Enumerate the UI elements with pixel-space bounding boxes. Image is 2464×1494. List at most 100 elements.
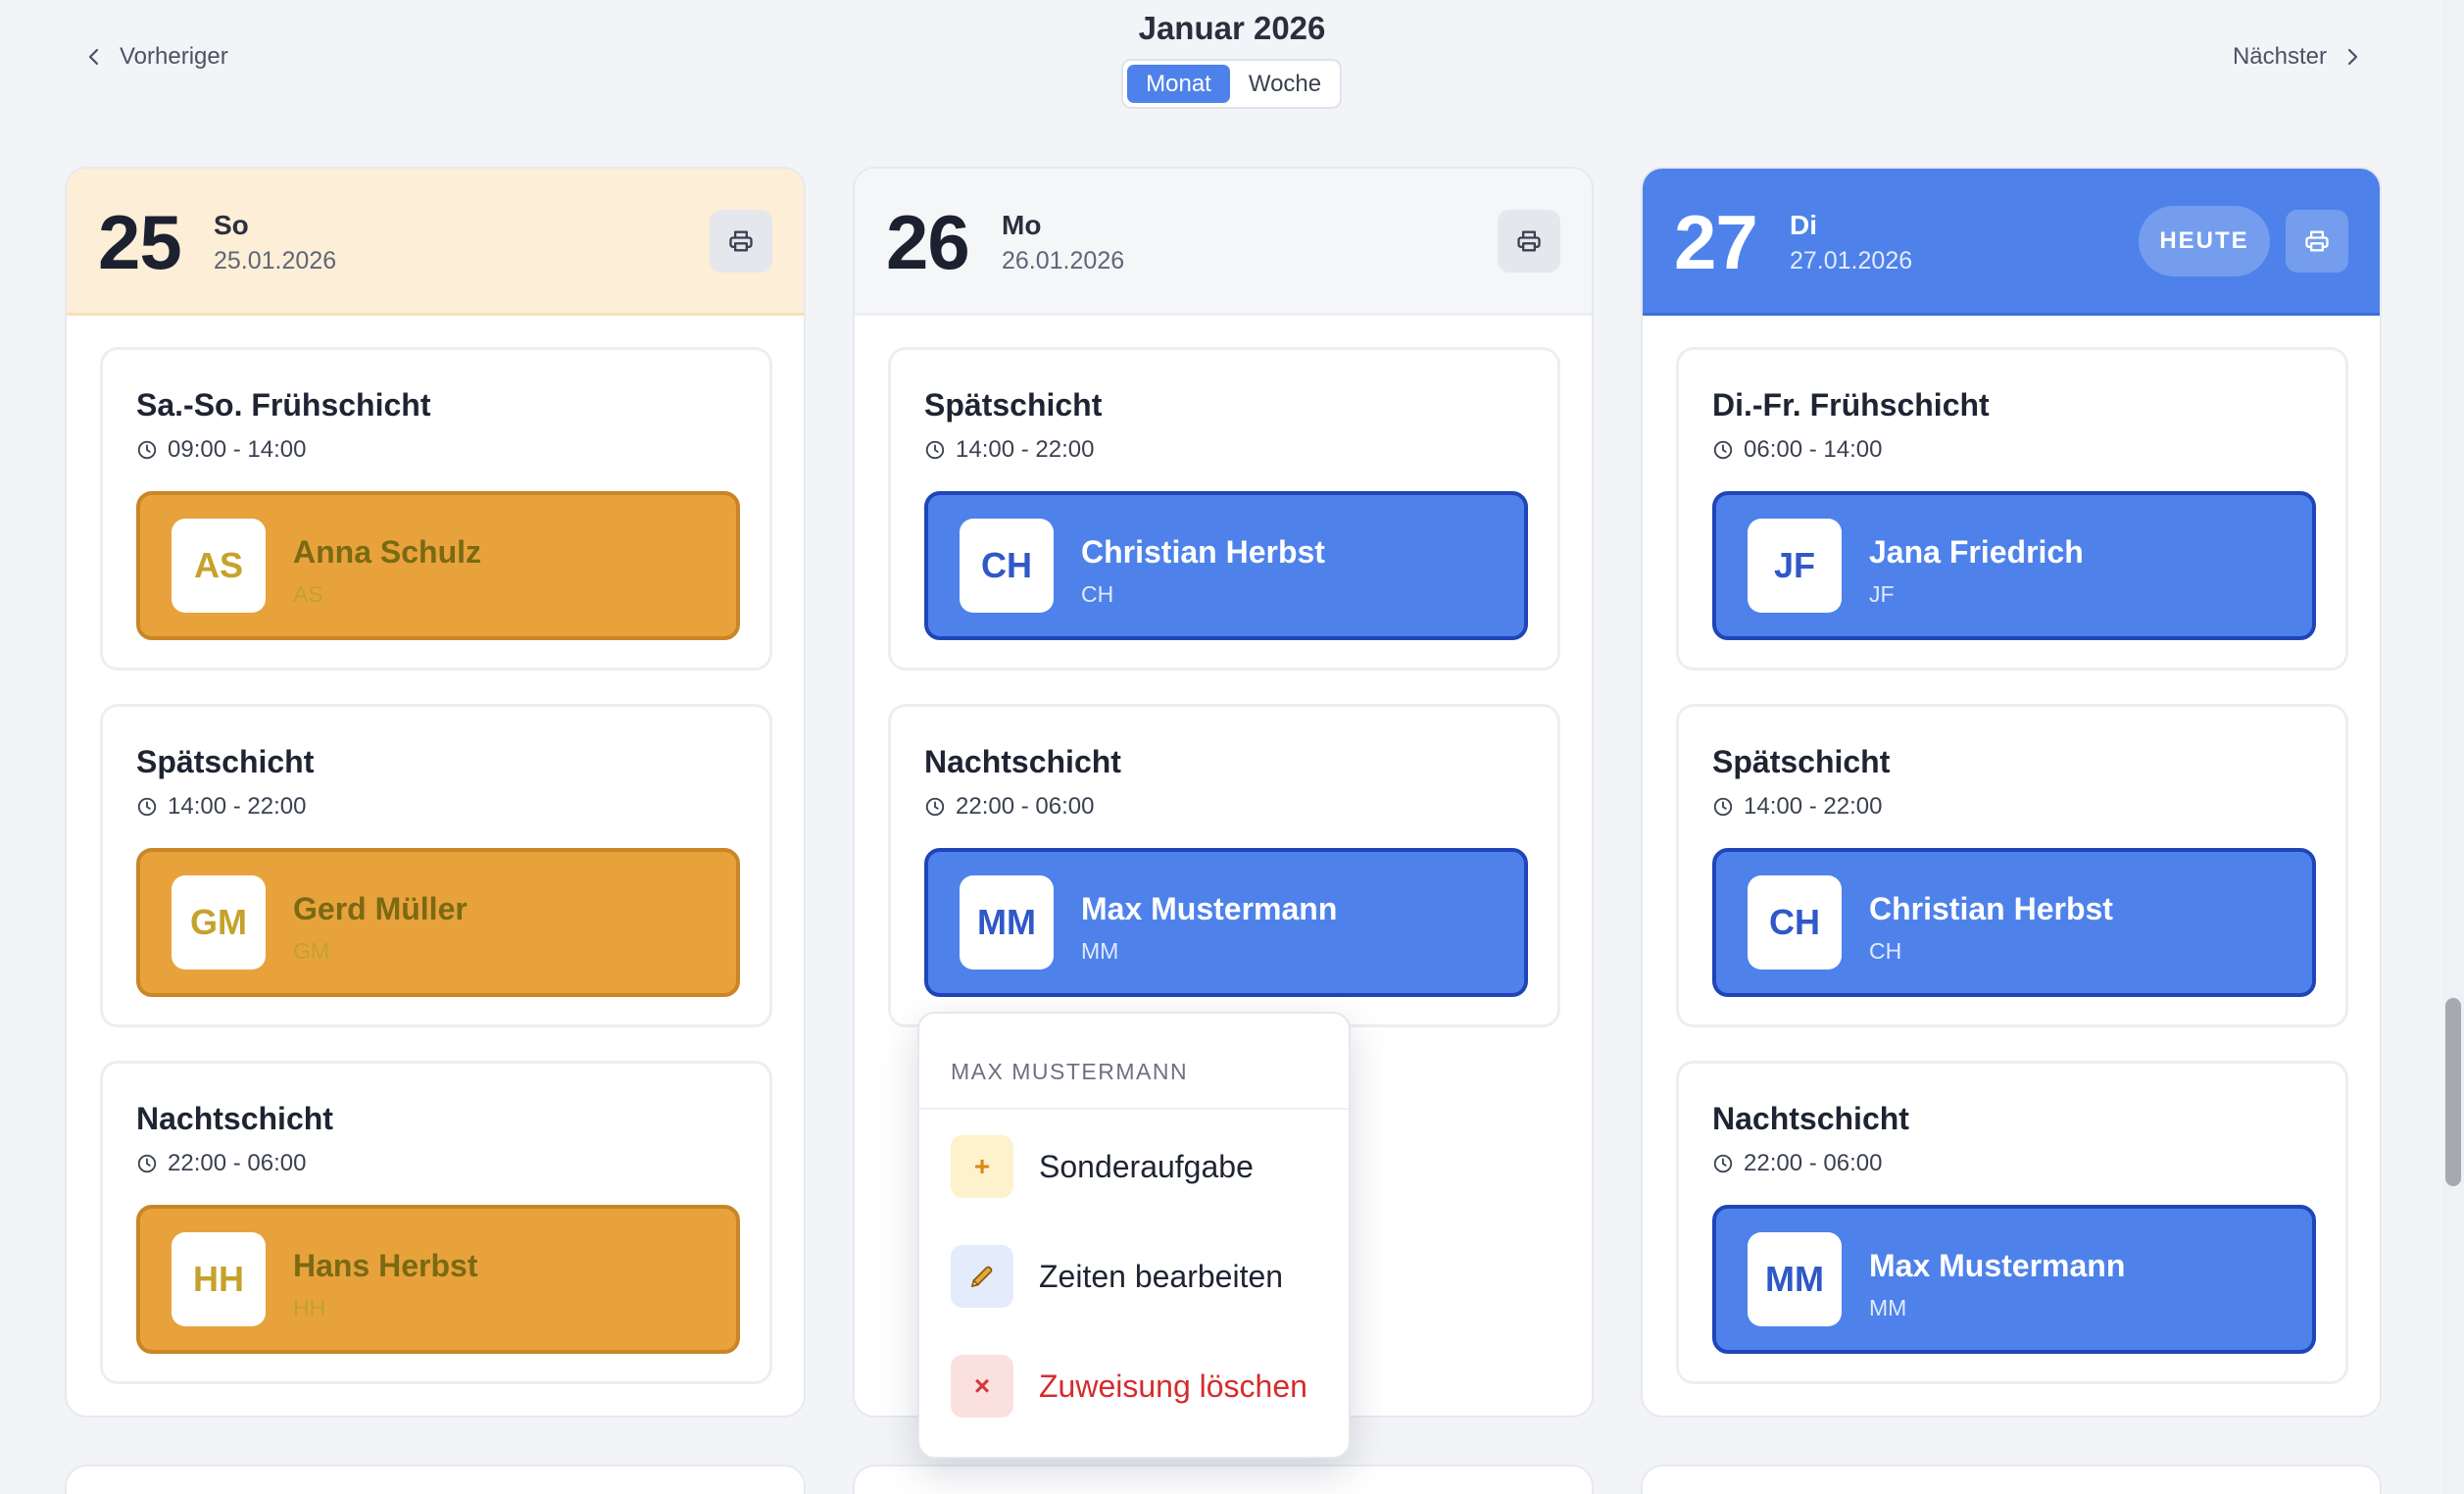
shift-title: Nachtschicht bbox=[136, 1101, 333, 1136]
clock-icon bbox=[137, 797, 157, 817]
view-week-button[interactable]: Woche bbox=[1234, 65, 1336, 103]
shift-title: Spätschicht bbox=[1712, 744, 1891, 779]
avatar: CH bbox=[960, 519, 1054, 613]
menu-item-label: Sonderaufgabe bbox=[1039, 1148, 1254, 1184]
previous-label: Vorheriger bbox=[120, 43, 228, 70]
view-month-button[interactable]: Monat bbox=[1127, 65, 1230, 103]
assignee-initials: CH bbox=[1869, 938, 1902, 964]
day-header: 26 Mo 26.01.2026 bbox=[855, 169, 1592, 316]
day-number: 26 bbox=[886, 199, 970, 285]
day-header: 25 So 25.01.2026 bbox=[67, 169, 804, 316]
assignee-initials: CH bbox=[1081, 581, 1114, 607]
shift-time: 22:00 - 06:00 bbox=[1712, 1150, 1882, 1177]
menu-item-delete-assignment[interactable]: × Zuweisung löschen bbox=[951, 1355, 1323, 1418]
shift-title: Spätschicht bbox=[136, 744, 315, 779]
assignee-card[interactable]: CH Christian Herbst CH bbox=[924, 491, 1528, 640]
assignee-name: Christian Herbst bbox=[1869, 891, 2113, 926]
avatar: CH bbox=[1748, 875, 1842, 970]
shift-time: 06:00 - 14:00 bbox=[1712, 436, 1882, 464]
day-number: 27 bbox=[1674, 199, 1758, 285]
assignee-card[interactable]: MM Max Mustermann MM bbox=[1712, 1205, 2316, 1354]
print-button[interactable] bbox=[710, 210, 772, 273]
day-card-25: 25 So 25.01.2026 Sa.-So. Frühschicht 09:… bbox=[65, 167, 806, 1418]
shift-title: Nachtschicht bbox=[1712, 1101, 1909, 1136]
shift-card: Nachtschicht 22:00 - 06:00 MM Max Muster… bbox=[888, 704, 1560, 1027]
menu-item-edit-times[interactable]: Zeiten bearbeiten bbox=[951, 1245, 1323, 1308]
day-card-27: 27 Di 27.01.2026 HEUTE Di.-Fr. Frühschic… bbox=[1641, 167, 2382, 1418]
shift-time-text: 22:00 - 06:00 bbox=[168, 1150, 307, 1176]
assignee-initials: GM bbox=[293, 938, 330, 964]
clock-icon bbox=[925, 797, 945, 817]
printer-icon bbox=[2305, 230, 2329, 252]
shift-time: 22:00 - 06:00 bbox=[136, 1150, 306, 1177]
page-title: Januar 2026 bbox=[1138, 10, 1326, 46]
pencil-icon bbox=[951, 1245, 1013, 1308]
assignee-card[interactable]: HH Hans Herbst HH bbox=[136, 1205, 740, 1354]
divider bbox=[919, 1108, 1349, 1110]
assignee-card[interactable]: GM Gerd Müller GM bbox=[136, 848, 740, 997]
day-date: 25.01.2026 bbox=[214, 247, 337, 274]
shift-title: Sa.-So. Frühschicht bbox=[136, 387, 431, 423]
shift-card: Spätschicht 14:00 - 22:00 GM Gerd Müller… bbox=[100, 704, 772, 1027]
shift-card: Sa.-So. Frühschicht 09:00 - 14:00 AS Ann… bbox=[100, 347, 772, 671]
day-date: 27.01.2026 bbox=[1790, 247, 1913, 274]
assignee-card[interactable]: AS Anna Schulz AS bbox=[136, 491, 740, 640]
avatar: HH bbox=[172, 1232, 266, 1326]
assignee-name: Jana Friedrich bbox=[1869, 534, 2084, 570]
shift-title: Nachtschicht bbox=[924, 744, 1121, 779]
shift-time-text: 06:00 - 14:00 bbox=[1744, 436, 1883, 463]
assignee-name: Max Mustermann bbox=[1081, 891, 1338, 926]
assignee-name: Max Mustermann bbox=[1869, 1248, 2126, 1283]
day-card-next bbox=[65, 1465, 806, 1494]
shift-card: Spätschicht 14:00 - 22:00 CH Christian H… bbox=[1676, 704, 2348, 1027]
assignee-initials: HH bbox=[293, 1295, 326, 1320]
clock-icon bbox=[137, 1154, 157, 1173]
assignee-card[interactable]: CH Christian Herbst CH bbox=[1712, 848, 2316, 997]
chevron-left-icon bbox=[88, 48, 99, 66]
menu-item-special-task[interactable]: + Sonderaufgabe bbox=[951, 1135, 1323, 1198]
shift-time-text: 09:00 - 14:00 bbox=[168, 436, 307, 463]
plus-icon: + bbox=[951, 1135, 1013, 1198]
clock-icon bbox=[925, 440, 945, 460]
shift-time: 14:00 - 22:00 bbox=[1712, 793, 1882, 821]
chevron-right-icon bbox=[2347, 48, 2358, 66]
shift-time: 22:00 - 06:00 bbox=[924, 793, 1094, 821]
shift-time: 14:00 - 22:00 bbox=[924, 436, 1094, 464]
shift-time-text: 22:00 - 06:00 bbox=[956, 793, 1095, 820]
avatar: GM bbox=[172, 875, 266, 970]
printer-icon bbox=[729, 230, 753, 252]
menu-item-label: Zuweisung löschen bbox=[1039, 1368, 1307, 1404]
shift-card: Nachtschicht 22:00 - 06:00 HH Hans Herbs… bbox=[100, 1061, 772, 1384]
assignee-card[interactable]: JF Jana Friedrich JF bbox=[1712, 491, 2316, 640]
shift-title: Di.-Fr. Frühschicht bbox=[1712, 387, 1990, 423]
scrollbar-thumb[interactable] bbox=[2445, 998, 2461, 1186]
shift-time-text: 14:00 - 22:00 bbox=[956, 436, 1095, 463]
menu-item-label: Zeiten bearbeiten bbox=[1039, 1258, 1284, 1294]
print-button[interactable] bbox=[2286, 210, 2348, 273]
printer-icon bbox=[1517, 230, 1541, 252]
clock-icon bbox=[137, 440, 157, 460]
day-card-next bbox=[1641, 1465, 2382, 1494]
shift-card: Spätschicht 14:00 - 22:00 CH Christian H… bbox=[888, 347, 1560, 671]
assignee-initials: AS bbox=[293, 581, 323, 607]
shift-card: Nachtschicht 22:00 - 06:00 MM Max Muster… bbox=[1676, 1061, 2348, 1384]
print-button[interactable] bbox=[1498, 210, 1560, 273]
avatar: JF bbox=[1748, 519, 1842, 613]
shift-title: Spätschicht bbox=[924, 387, 1103, 423]
scrollbar-track[interactable] bbox=[2442, 0, 2464, 1494]
shift-time: 14:00 - 22:00 bbox=[136, 793, 306, 821]
view-toggle: Monat Woche bbox=[1121, 59, 1342, 109]
shift-time-text: 14:00 - 22:00 bbox=[168, 793, 307, 820]
day-header: 27 Di 27.01.2026 HEUTE bbox=[1643, 169, 2380, 316]
day-date: 26.01.2026 bbox=[1002, 247, 1125, 274]
next-button[interactable]: Nächster bbox=[2233, 39, 2362, 75]
clock-icon bbox=[1713, 797, 1733, 817]
close-icon: × bbox=[951, 1355, 1013, 1418]
day-weekday: Mo bbox=[1002, 210, 1042, 240]
day-card-next bbox=[853, 1465, 1594, 1494]
day-weekday: Di bbox=[1790, 210, 1817, 240]
assignee-card[interactable]: MM Max Mustermann MM bbox=[924, 848, 1528, 997]
shift-time: 09:00 - 14:00 bbox=[136, 436, 306, 464]
shift-card: Di.-Fr. Frühschicht 06:00 - 14:00 JF Jan… bbox=[1676, 347, 2348, 671]
assignee-name: Hans Herbst bbox=[293, 1248, 478, 1283]
